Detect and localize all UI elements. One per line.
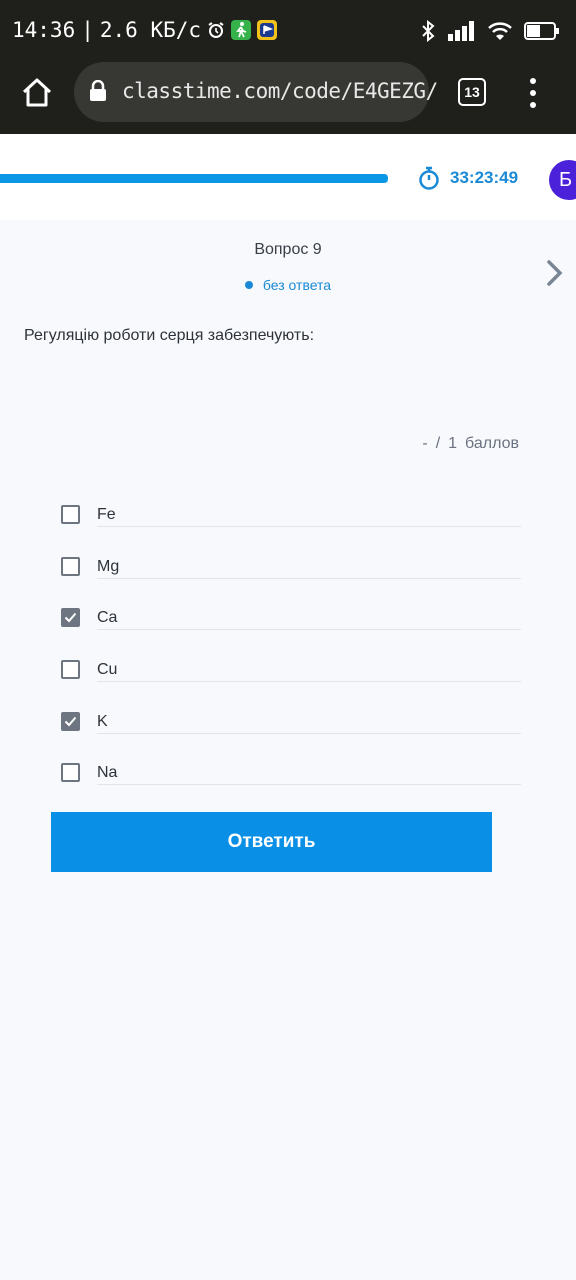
option-label: Mg [97,557,120,575]
status-dot-icon [244,281,253,289]
quiz-header: 33:23:49 Б [0,134,576,220]
checkmark-icon [64,613,77,623]
checkbox[interactable] [61,660,80,680]
answer-option[interactable]: Cu [61,651,521,703]
bluetooth-icon [420,20,436,42]
checkbox-checked[interactable] [61,608,80,628]
score: - / 1 баллов [422,435,519,453]
option-label: Na [97,764,118,782]
answer-status-text: без ответа [262,277,332,293]
walking-app-icon [231,20,252,40]
checkbox[interactable] [61,763,80,783]
option-divider [97,577,521,579]
score-points: 1 [448,435,458,452]
menu-dot-icon [530,90,536,96]
answer-option[interactable]: Na [61,754,521,806]
option-label: K [97,712,108,730]
home-icon [22,78,52,107]
answer-option[interactable]: Fe [61,496,521,548]
checkbox[interactable] [61,556,80,576]
question-text: Регуляцію роботи серця забезпечують: [24,327,315,344]
signal-icon [448,21,476,41]
avatar[interactable]: Б [549,160,576,200]
more-menu-button[interactable] [522,78,544,108]
progress-fill [0,174,388,183]
score-unit: баллов [465,435,519,452]
timer: 33:23:49 [418,166,518,190]
url-text[interactable]: classtime.com/code/E4GEZG/ [122,79,438,103]
answer-status: без ответа [0,277,576,293]
checkbox[interactable] [61,505,80,524]
score-slash: / [435,435,441,452]
address-bar[interactable]: classtime.com/code/E4GEZG/ [74,62,438,122]
menu-dot-icon [530,78,536,84]
status-speed: 2.6 КБ/с [99,18,202,42]
wifi-icon [488,21,512,41]
status-separator: | [81,18,94,42]
option-divider [97,784,521,786]
stopwatch-icon [419,166,439,190]
checkbox-checked[interactable] [61,711,80,731]
option-divider [97,629,521,631]
answer-options: Fe Mg Ca Cu K Na [61,496,521,806]
option-divider [97,681,521,683]
option-divider [97,732,521,734]
next-question-button[interactable] [540,258,570,288]
lock-icon [88,79,108,107]
answer-option[interactable]: Mg [61,548,521,600]
timer-text: 33:23:49 [450,168,519,187]
option-label: Cu [97,661,118,679]
checkmark-icon [64,716,77,727]
battery-icon [524,22,560,40]
submit-answer-button[interactable]: Ответить [51,812,492,872]
tabs-button[interactable]: 13 [458,78,486,106]
chevron-right-icon [547,260,563,286]
status-time: 14:36 [12,18,76,42]
answer-option[interactable]: K [61,703,521,755]
option-label: Fe [97,506,116,523]
browser-toolbar: classtime.com/code/E4GEZG/ 13 [0,62,576,134]
score-earned: - [422,435,428,452]
answer-option[interactable]: Ca [61,599,521,651]
media-app-icon [257,20,278,40]
alarm-icon [207,21,225,39]
menu-dot-icon [530,102,536,108]
status-bar: 14:36 | 2.6 КБ/с [0,0,576,62]
home-button[interactable] [20,76,54,110]
option-divider [97,526,521,527]
question-number: Вопрос 9 [254,241,322,258]
option-label: Ca [97,609,118,627]
progress-bar [0,174,388,183]
